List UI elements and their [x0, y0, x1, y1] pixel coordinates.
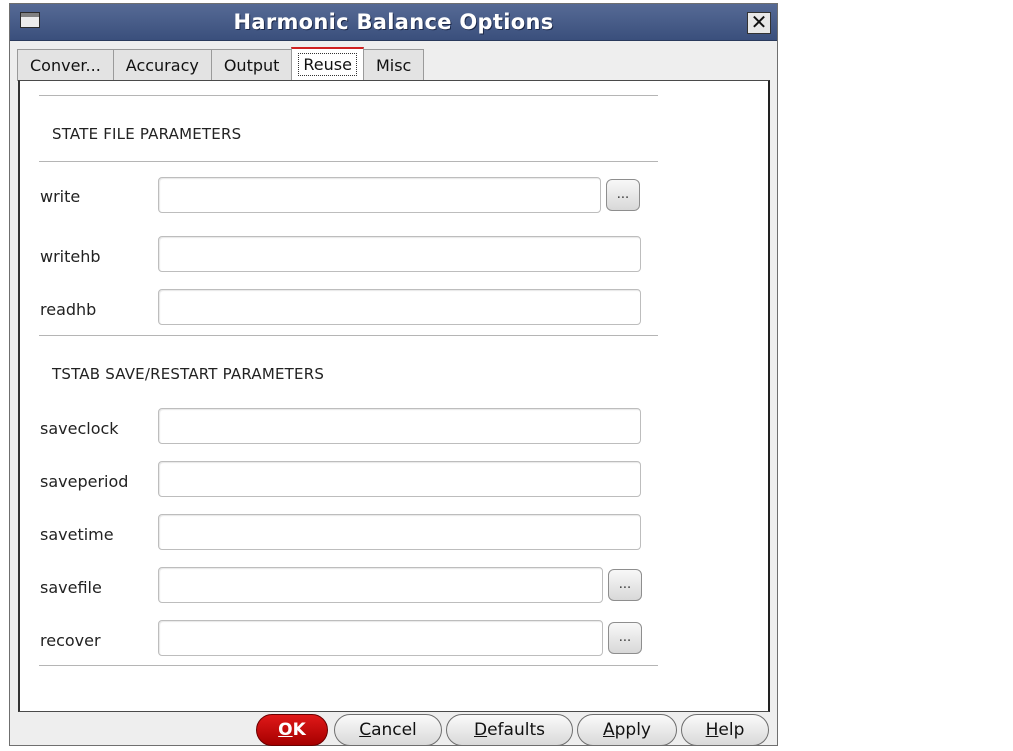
cancel-mnemonic: C: [359, 720, 372, 740]
help-label-rest: elp: [718, 720, 745, 740]
writehb-label: writehb: [40, 247, 101, 266]
title-bar[interactable]: Harmonic Balance Options ✕: [10, 4, 777, 41]
defaults-mnemonic: D: [474, 720, 488, 740]
recover-label: recover: [40, 631, 101, 650]
tab-reuse-label: Reuse: [298, 53, 357, 76]
writehb-field[interactable]: [158, 236, 641, 272]
tab-reuse[interactable]: Reuse: [291, 47, 364, 81]
divider: [39, 161, 658, 162]
tab-bar: Conver... Accuracy Output Reuse Misc: [17, 47, 425, 81]
dialog-window: Harmonic Balance Options ✕ Conver... Acc…: [9, 3, 778, 746]
apply-label-rest: pply: [614, 720, 651, 740]
saveclock-field[interactable]: [158, 408, 641, 444]
defaults-button[interactable]: Defaults: [446, 714, 573, 746]
savefile-label: savefile: [40, 578, 102, 597]
readhb-field[interactable]: [158, 289, 641, 325]
help-button[interactable]: Help: [681, 714, 769, 746]
saveperiod-field[interactable]: [158, 461, 641, 497]
tab-convergence[interactable]: Conver...: [17, 49, 114, 81]
saveperiod-label: saveperiod: [40, 472, 129, 491]
tab-accuracy[interactable]: Accuracy: [112, 49, 212, 81]
recover-field[interactable]: [158, 620, 603, 656]
close-icon[interactable]: ✕: [747, 12, 771, 34]
apply-button[interactable]: Apply: [577, 714, 677, 746]
savefile-browse-button[interactable]: ...: [608, 569, 642, 601]
apply-mnemonic: A: [602, 720, 615, 740]
savefile-field[interactable]: [158, 567, 603, 603]
tab-output[interactable]: Output: [210, 49, 293, 81]
tab-misc[interactable]: Misc: [362, 49, 425, 81]
cancel-button[interactable]: Cancel: [334, 714, 442, 746]
help-mnemonic: H: [705, 720, 719, 740]
divider: [39, 665, 658, 666]
write-browse-button[interactable]: ...: [606, 179, 640, 211]
ok-label-rest: K: [292, 720, 306, 740]
tstab-section-header: TSTAB SAVE/RESTART PARAMETERS: [52, 365, 325, 383]
divider: [39, 335, 658, 336]
savetime-label: savetime: [40, 525, 114, 544]
reuse-tab-panel: STATE FILE PARAMETERS write ... writehb …: [18, 80, 770, 712]
state-file-section-header: STATE FILE PARAMETERS: [52, 125, 242, 143]
recover-browse-button[interactable]: ...: [608, 622, 642, 654]
ok-button[interactable]: OK: [256, 714, 328, 746]
cancel-label-rest: ancel: [371, 720, 417, 740]
write-field[interactable]: [158, 177, 601, 213]
savetime-field[interactable]: [158, 514, 641, 550]
ok-mnemonic: O: [278, 720, 293, 740]
saveclock-label: saveclock: [40, 419, 119, 438]
window-title: Harmonic Balance Options: [233, 10, 554, 34]
readhb-label: readhb: [40, 300, 97, 319]
write-label: write: [40, 187, 81, 206]
divider: [39, 95, 658, 96]
defaults-label-rest: efaults: [487, 720, 545, 740]
